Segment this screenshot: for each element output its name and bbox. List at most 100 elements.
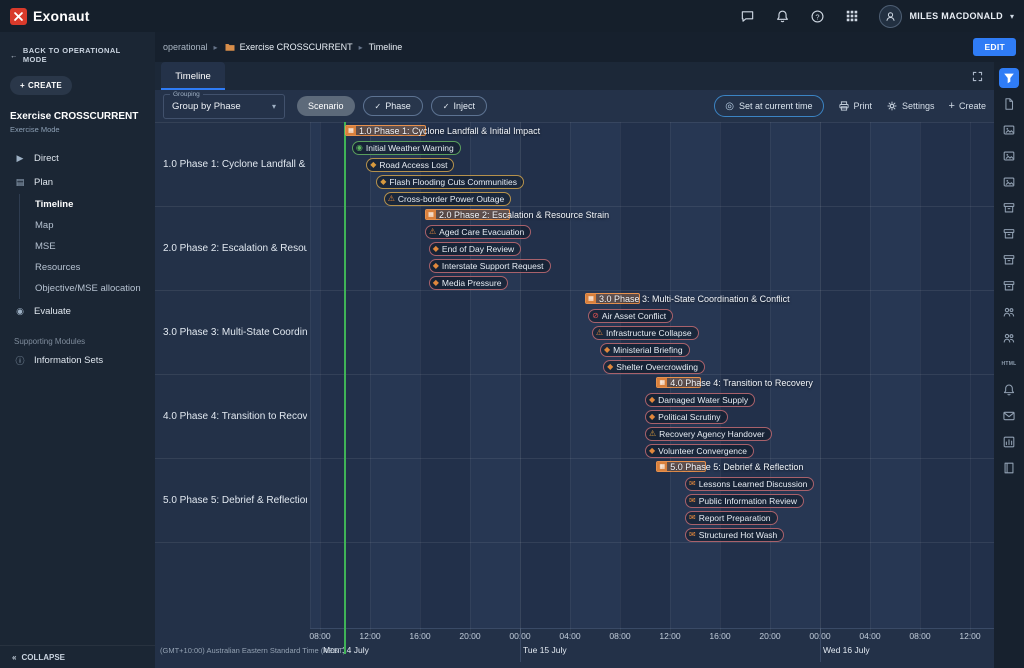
- inject-chip[interactable]: ⚠Recovery Agency Handover: [645, 427, 772, 441]
- image-card-icon[interactable]: [999, 146, 1019, 166]
- inject-chip[interactable]: ◆Political Scrutiny: [645, 410, 728, 424]
- sidebar-item-direct[interactable]: ▶Direct: [0, 146, 155, 170]
- users-icon[interactable]: [999, 328, 1019, 348]
- image-card-icon[interactable]: [999, 120, 1019, 140]
- users-icon[interactable]: [999, 302, 1019, 322]
- inject-chip[interactable]: ✉Report Preparation: [685, 511, 778, 525]
- archive-icon[interactable]: [999, 250, 1019, 270]
- user-menu[interactable]: MILES MACDONALD ▾: [879, 5, 1014, 28]
- inject-chip[interactable]: ⊘Air Asset Conflict: [588, 309, 673, 323]
- inject-chip[interactable]: ◆Interstate Support Request: [429, 259, 551, 273]
- html-icon[interactable]: HTML: [999, 354, 1019, 374]
- tab-bar: Timeline: [155, 62, 994, 90]
- mail-icon[interactable]: [999, 406, 1019, 426]
- exercise-mode: Exercise Mode: [10, 125, 145, 134]
- sidebar-item-evaluate[interactable]: ◉Evaluate: [0, 299, 155, 323]
- label-column-separator: [310, 122, 311, 628]
- create-button[interactable]: + Create: [949, 100, 986, 112]
- inject-label: Infrastructure Collapse: [606, 328, 692, 338]
- archive-icon[interactable]: [999, 224, 1019, 244]
- book-icon[interactable]: [999, 458, 1019, 478]
- sidebar-item-mse[interactable]: MSE: [20, 236, 155, 257]
- sidebar-item-information-sets[interactable]: ⓘInformation Sets: [0, 348, 155, 372]
- gear-icon: [886, 100, 898, 112]
- inject-chip[interactable]: ◆Road Access Lost: [366, 158, 454, 172]
- grouping-select[interactable]: Grouping Group by Phase ▾: [163, 94, 285, 119]
- chart-icon[interactable]: [999, 432, 1019, 452]
- inject-label: Road Access Lost: [379, 160, 447, 170]
- sidebar-create-button[interactable]: + CREATE: [10, 76, 72, 95]
- inject-chip[interactable]: ◆End of Day Review: [429, 242, 521, 256]
- check-icon: ✓: [375, 102, 382, 111]
- sidebar-item-objective-mse-allocation[interactable]: Objective/MSE allocation: [20, 278, 155, 299]
- sidebar-item-resources[interactable]: Resources: [20, 257, 155, 278]
- print-label: Print: [854, 101, 873, 111]
- breadcrumb-operational[interactable]: operational: [163, 42, 208, 52]
- collapse-icon: «: [12, 653, 16, 662]
- inject-chip[interactable]: ◆Shelter Overcrowding: [603, 360, 705, 374]
- inject-chip[interactable]: ⚠Aged Care Evacuation: [425, 225, 531, 239]
- sidebar-item-label: Information Sets: [34, 355, 103, 366]
- breadcrumb-exercise[interactable]: Exercise CROSSCURRENT: [240, 42, 353, 52]
- breadcrumb-timeline[interactable]: Timeline: [369, 42, 403, 52]
- document-icon[interactable]: [999, 94, 1019, 114]
- notifications-icon[interactable]: [775, 9, 790, 24]
- filter-chip-scenario[interactable]: Scenario: [297, 96, 355, 116]
- warning-icon: ⚠: [388, 195, 395, 203]
- inject-chip[interactable]: ✉Structured Hot Wash: [685, 528, 784, 542]
- axis-day-label: Wed 16 July: [823, 645, 870, 655]
- filter-chip-inject[interactable]: ✓Inject: [431, 96, 487, 116]
- inject-chip[interactable]: ◆Damaged Water Supply: [645, 393, 755, 407]
- help-icon[interactable]: ?: [810, 9, 825, 24]
- phase-icon: ▦: [346, 126, 356, 135]
- print-button[interactable]: Print: [838, 100, 873, 112]
- gridline: [770, 122, 771, 634]
- chat-icon[interactable]: [740, 9, 755, 24]
- inject-chip[interactable]: ◆Media Pressure: [429, 276, 509, 290]
- inject-chip[interactable]: ⚠Infrastructure Collapse: [592, 326, 699, 340]
- topbar: Exonaut ? MILES MACDONALD ▾: [0, 0, 1024, 32]
- archive-icon[interactable]: [999, 198, 1019, 218]
- phase-bar[interactable]: ▦: [425, 209, 510, 220]
- status-dot-icon: ◉: [356, 144, 363, 152]
- sidebar-item-timeline[interactable]: Timeline: [20, 194, 155, 215]
- filter-chip-label: Scenario: [308, 101, 344, 111]
- target-icon: ◎: [725, 101, 734, 112]
- bell-icon[interactable]: [999, 380, 1019, 400]
- sidebar-item-plan[interactable]: ▤Plan: [0, 170, 155, 194]
- breadcrumb-separator-icon: ▸: [359, 43, 363, 52]
- apps-grid-icon[interactable]: [845, 9, 859, 23]
- tab-timeline[interactable]: Timeline: [161, 62, 225, 90]
- current-time-marker: [344, 122, 346, 654]
- filter-chip-label: Inject: [453, 101, 475, 111]
- archive-icon[interactable]: [999, 276, 1019, 296]
- gridline: [720, 122, 721, 634]
- print-icon: [838, 100, 850, 112]
- inject-chip[interactable]: ◆Flash Flooding Cuts Communities: [376, 175, 524, 189]
- inject-chip[interactable]: ✉Lessons Learned Discussion: [685, 477, 814, 491]
- phase-bar[interactable]: ▦: [585, 293, 640, 304]
- filter-chip-phase[interactable]: ✓Phase: [363, 96, 423, 116]
- grid-band: [670, 122, 720, 628]
- inject-chip[interactable]: ◆Volunteer Convergence: [645, 444, 754, 458]
- settings-button[interactable]: Settings: [886, 100, 935, 112]
- inject-chip[interactable]: ⚠Cross-border Power Outage: [384, 192, 511, 206]
- fullscreen-icon[interactable]: [971, 70, 984, 83]
- sidebar-item-map[interactable]: Map: [20, 215, 155, 236]
- grid-band: [310, 122, 320, 628]
- filter-icon[interactable]: [999, 68, 1019, 88]
- inject-chip[interactable]: ✉Public Information Review: [685, 494, 804, 508]
- inject-chip[interactable]: ◉Initial Weather Warning: [352, 141, 461, 155]
- set-current-time-button[interactable]: ◎ Set at current time: [714, 95, 823, 117]
- phase-bar[interactable]: ▦: [656, 377, 701, 388]
- back-to-operational-link[interactable]: ← BACK TO OPERATIONAL MODE: [0, 32, 155, 64]
- timeline-canvas[interactable]: (GMT+10:00) Australian Eastern Standard …: [155, 122, 994, 668]
- grid-band: [620, 122, 670, 628]
- sidebar-collapse-button[interactable]: « COLLAPSE: [0, 645, 155, 668]
- edit-button[interactable]: EDIT: [973, 38, 1016, 56]
- phase-bar[interactable]: ▦: [656, 461, 706, 472]
- phase-group-label: 3.0 Phase 3: Multi-State Coordination & …: [163, 290, 307, 374]
- inject-chip[interactable]: ◆Ministerial Briefing: [600, 343, 690, 357]
- image-card-icon[interactable]: [999, 172, 1019, 192]
- phase-bar[interactable]: ▦: [345, 125, 426, 136]
